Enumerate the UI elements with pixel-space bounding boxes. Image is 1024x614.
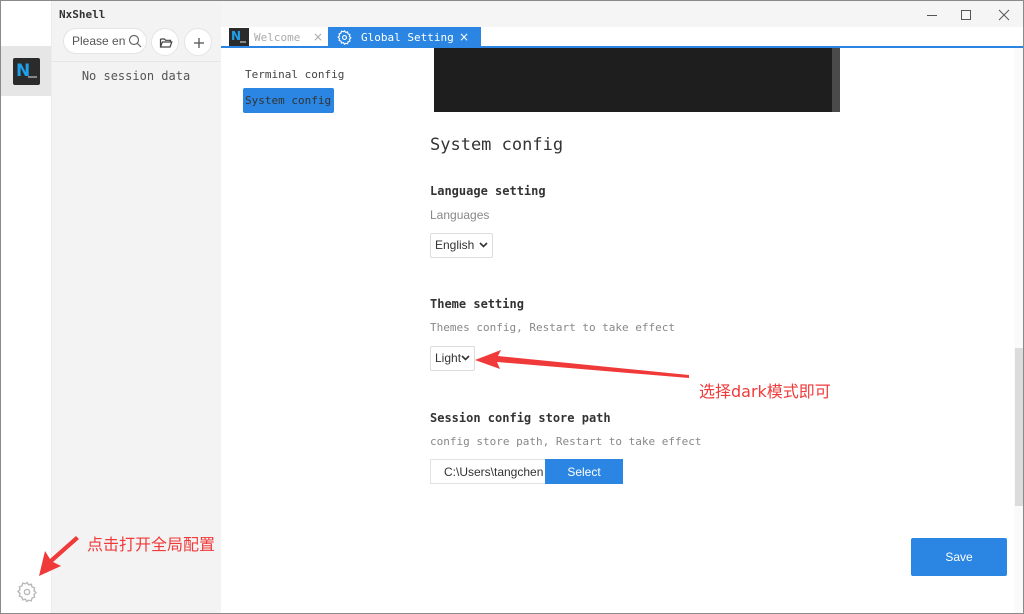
title-bar <box>221 1 1023 27</box>
tab-welcome[interactable]: N Welcome × <box>229 27 329 48</box>
tab-global-setting[interactable]: Global Setting × <box>328 27 481 48</box>
add-session-button[interactable] <box>184 28 212 56</box>
chevron-down-icon <box>461 355 470 361</box>
settings-scrollbar-thumb[interactable] <box>1015 348 1023 506</box>
session-sidebar <box>51 1 221 613</box>
config-nav-terminal[interactable]: Terminal config <box>243 62 346 87</box>
session-search[interactable] <box>63 28 147 54</box>
open-folder-button[interactable] <box>151 28 179 56</box>
select-path-button[interactable]: Select <box>545 459 623 484</box>
global-settings-gear-icon[interactable] <box>15 580 39 604</box>
settings-scrollbar-track[interactable] <box>1014 48 1023 613</box>
close-window-button[interactable] <box>989 5 1019 25</box>
store-path-input[interactable] <box>430 459 545 484</box>
session-search-input[interactable] <box>72 33 126 49</box>
minimize-button[interactable] <box>917 5 947 25</box>
save-button[interactable]: Save <box>911 538 1007 576</box>
terminal-preview-scrollbar[interactable] <box>832 48 840 112</box>
tab-close-icon[interactable]: × <box>459 27 469 48</box>
annotation-theme-hint: 选择dark模式即可 <box>699 382 831 401</box>
minimize-icon <box>927 15 937 16</box>
app-window: N NxShell No session data <box>0 0 1024 614</box>
store-path-description: config store path, Restart to take effec… <box>430 435 702 448</box>
language-select[interactable]: English <box>430 233 493 258</box>
activity-bar: N <box>1 1 51 613</box>
annotation-gear-hint: 点击打开全局配置 <box>87 535 216 554</box>
logo-underscore <box>28 76 37 78</box>
plus-icon <box>194 38 204 48</box>
tab-label: Welcome <box>254 31 301 44</box>
nxshell-logo-icon: N <box>229 28 249 46</box>
search-icon[interactable] <box>128 34 142 48</box>
terminal-preview <box>434 48 840 112</box>
empty-session-text: No session data <box>81 69 191 83</box>
chevron-down-icon <box>479 242 488 248</box>
theme-select-value: Light <box>435 351 462 365</box>
folder-open-icon <box>159 38 173 48</box>
tab-close-icon[interactable]: × <box>313 27 323 48</box>
app-title: NxShell <box>59 8 106 21</box>
tab-bar: N Welcome × Global Setting × <box>221 27 1023 48</box>
nxshell-logo-icon[interactable]: N <box>13 58 40 85</box>
theme-setting-title: Theme setting <box>430 297 524 311</box>
section-title: System config <box>430 135 564 155</box>
tab-label: Global Setting <box>361 31 454 44</box>
language-select-value: English <box>435 238 475 252</box>
language-setting-title: Language setting <box>430 184 546 198</box>
theme-select[interactable]: Light <box>430 346 475 371</box>
gear-icon <box>337 29 352 46</box>
theme-setting-description: Themes config, Restart to take effect <box>430 321 676 334</box>
close-icon <box>998 9 1010 21</box>
logo-letter: N <box>16 61 31 81</box>
annotation-arrow-theme <box>475 350 689 378</box>
maximize-button[interactable] <box>951 5 981 25</box>
maximize-icon <box>961 10 971 20</box>
language-setting-description: Languages <box>430 208 490 222</box>
sidebar-divider <box>51 61 221 62</box>
config-nav-system[interactable]: System config <box>243 88 334 113</box>
store-path-title: Session config store path <box>430 411 611 425</box>
